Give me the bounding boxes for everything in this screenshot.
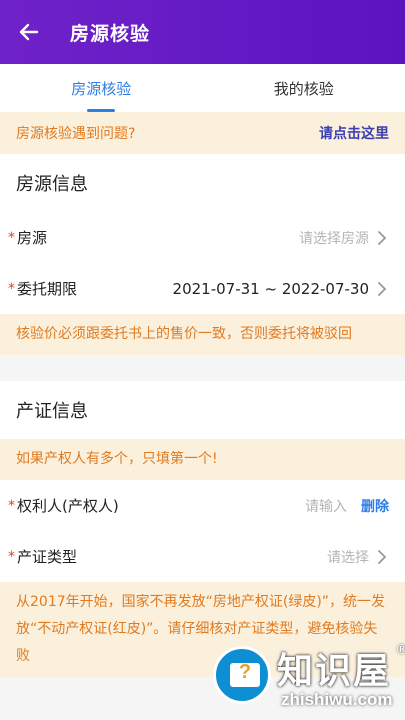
- required-mark: *: [8, 497, 15, 514]
- tab-house-verify[interactable]: 房源核验: [0, 64, 203, 112]
- page-title: 房源核验: [70, 22, 151, 45]
- owner-input[interactable]: 请输入: [305, 496, 347, 516]
- app-root: 房源核验 房源核验 我的核验 房源核验遇到问题? 请点击这里 房源信息 * 房源…: [0, 0, 405, 720]
- required-mark: *: [8, 229, 15, 246]
- tab-active-indicator: [87, 109, 116, 112]
- cert-type-warning: 从2017年开始，国家不再发放“房地产权证(绿皮)”，统一发放“不动产权证(红皮…: [0, 582, 405, 677]
- field-label: 房源: [17, 229, 48, 247]
- chevron-right-icon: [377, 280, 389, 298]
- house-select-placeholder: 请选择房源: [299, 230, 369, 247]
- owner-tip: 如果产权人有多个，只填第一个!: [0, 439, 405, 480]
- help-question: 房源核验遇到问题?: [16, 126, 136, 142]
- section-title: 产证信息: [16, 401, 88, 422]
- section-gap: [0, 355, 405, 381]
- entrust-period-row[interactable]: * 委托期限 2021-07-31 ~ 2022-07-30: [0, 263, 405, 314]
- field-label: 产证类型: [17, 548, 78, 566]
- chevron-right-icon: [377, 548, 389, 566]
- price-warning: 核验价必须跟委托书上的售价一致，否则委托将被驳回: [0, 314, 405, 355]
- cert-type-row[interactable]: * 产证类型 请选择: [0, 531, 405, 582]
- field-value-area: 2021-07-31 ~ 2022-07-30: [173, 280, 389, 298]
- help-link[interactable]: 请点击这里: [319, 123, 389, 143]
- entrust-period-value: 2021-07-31 ~ 2022-07-30: [172, 279, 369, 298]
- required-mark: *: [8, 280, 15, 297]
- field-value-area: 请选择: [327, 547, 389, 567]
- field-value-area: 请输入 删除: [305, 496, 389, 516]
- house-info-section: 房源信息 * 房源 请选择房源 * 委托期限 2021-07-31 ~ 2022…: [0, 154, 405, 355]
- field-value-area: 请选择房源: [299, 228, 389, 248]
- owner-row: * 权利人(产权人) 请输入 删除: [0, 480, 405, 531]
- field-label: 委托期限: [17, 280, 78, 298]
- tab-label: 房源核验: [71, 79, 132, 98]
- required-mark: *: [8, 548, 15, 565]
- field-label: 权利人(产权人): [17, 497, 119, 515]
- cert-info-section: 产证信息 如果产权人有多个，只填第一个! * 权利人(产权人) 请输入 删除 *…: [0, 381, 405, 677]
- app-header: 房源核验: [0, 0, 405, 64]
- watermark-site: zhishiwu.com: [281, 690, 393, 709]
- chevron-right-icon: [377, 229, 389, 247]
- cert-type-placeholder: 请选择: [327, 549, 369, 566]
- delete-owner-button[interactable]: 删除: [361, 496, 389, 516]
- help-notice: 房源核验遇到问题? 请点击这里: [0, 112, 405, 154]
- back-button[interactable]: [14, 17, 44, 47]
- tab-bar: 房源核验 我的核验: [0, 64, 405, 112]
- house-select-row[interactable]: * 房源 请选择房源: [0, 212, 405, 263]
- tab-my-verify[interactable]: 我的核验: [203, 64, 405, 112]
- tab-label: 我的核验: [273, 79, 334, 98]
- section-title: 房源信息: [16, 174, 88, 195]
- arrow-left-icon: [19, 23, 39, 41]
